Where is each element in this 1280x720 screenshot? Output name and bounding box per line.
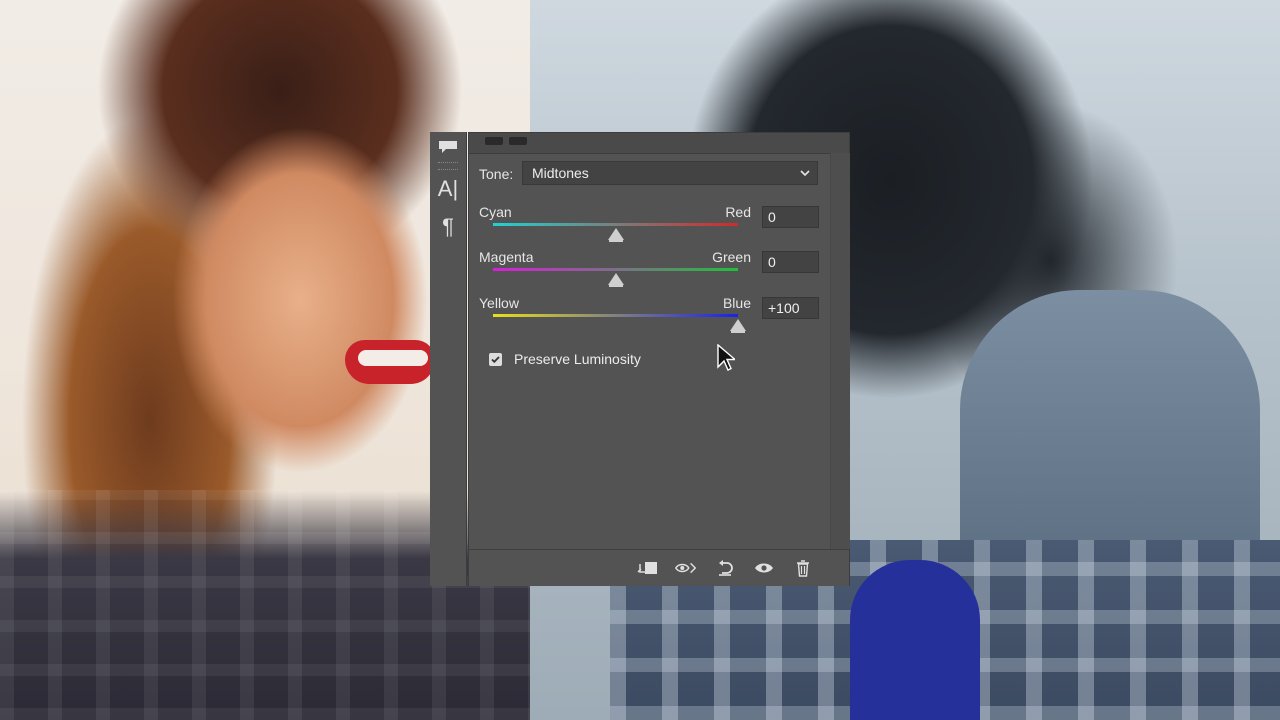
character-panel-icon[interactable]: A| xyxy=(430,174,466,204)
yellow-blue-thumb[interactable] xyxy=(730,319,746,333)
slider-row-yellow-blue: Yellow Blue +100 xyxy=(479,295,839,339)
magenta-green-thumb[interactable] xyxy=(607,273,624,287)
trash-icon[interactable] xyxy=(791,558,815,578)
slider-label-red: Red xyxy=(725,204,751,220)
tone-dropdown-value: Midtones xyxy=(532,165,589,181)
reset-icon[interactable] xyxy=(713,558,737,578)
cyan-red-value[interactable]: 0 xyxy=(762,206,819,228)
adjustment-layer-icon xyxy=(485,137,529,147)
panel-footer xyxy=(469,549,849,586)
preserve-luminosity-label: Preserve Luminosity xyxy=(514,351,641,367)
slider-label-magenta: Magenta xyxy=(479,249,534,265)
cyan-red-track[interactable] xyxy=(493,223,738,226)
view-previous-state-icon[interactable] xyxy=(674,558,698,578)
mouse-cursor-icon xyxy=(717,344,735,371)
magenta-green-track[interactable] xyxy=(493,268,738,271)
cyan-red-thumb[interactable] xyxy=(607,228,624,242)
yellow-blue-value[interactable]: +100 xyxy=(762,297,819,319)
slider-label-green: Green xyxy=(712,249,751,265)
panel-header[interactable] xyxy=(469,133,849,154)
magenta-green-value[interactable]: 0 xyxy=(762,251,819,273)
preserve-luminosity-checkbox[interactable] xyxy=(489,353,502,366)
slider-row-cyan-red: Cyan Red 0 xyxy=(479,204,839,248)
tone-label: Tone: xyxy=(479,166,514,182)
panel-scrollbar[interactable] xyxy=(830,153,850,549)
slider-label-blue: Blue xyxy=(722,295,751,311)
slider-label-yellow: Yellow xyxy=(479,295,519,311)
comment-icon[interactable] xyxy=(430,132,466,162)
slider-label-cyan: Cyan xyxy=(479,204,512,220)
visibility-icon[interactable] xyxy=(752,558,776,578)
chevron-down-icon xyxy=(800,170,810,177)
yellow-blue-track[interactable] xyxy=(493,314,738,317)
slider-row-magenta-green: Magenta Green 0 xyxy=(479,249,839,293)
tone-dropdown[interactable]: Midtones xyxy=(522,161,818,185)
panel-tool-strip: A| ¶ xyxy=(430,132,467,586)
color-balance-properties-panel: Tone: Midtones Cyan Red 0 Magenta Green … xyxy=(468,132,850,586)
clip-to-layer-icon[interactable] xyxy=(635,558,659,578)
paragraph-panel-icon[interactable]: ¶ xyxy=(430,212,466,242)
photo-tee xyxy=(850,560,980,720)
strip-grip[interactable] xyxy=(438,162,458,170)
photo-teeth xyxy=(358,350,428,366)
checkmark-icon xyxy=(491,356,500,364)
